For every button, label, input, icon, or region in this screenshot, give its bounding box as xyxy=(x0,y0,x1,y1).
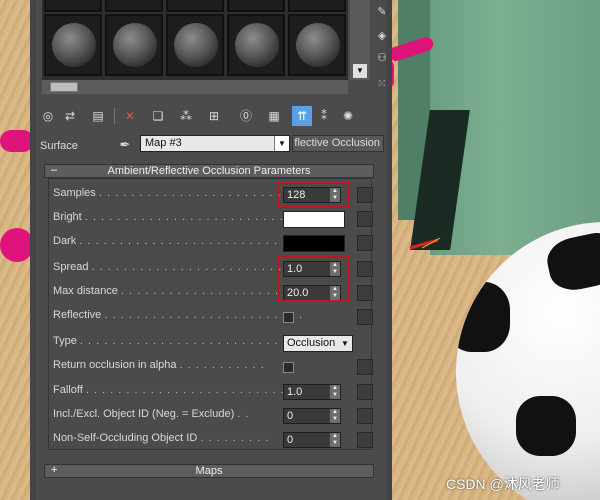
non-self-map-button[interactable] xyxy=(357,432,373,448)
spinner-arrows-icon[interactable]: ▲ ▼ xyxy=(330,409,340,423)
chevron-down-icon[interactable]: ▼ xyxy=(274,136,289,151)
maps-rollout-header[interactable]: Maps + xyxy=(44,464,374,478)
watermark: CSDN @沐风老师 xyxy=(446,476,560,492)
sample-slot[interactable] xyxy=(166,0,224,12)
side-toolbar: ✎ ◈ ⚇ ⁙ xyxy=(372,0,392,96)
samples-highlight xyxy=(277,182,349,208)
sample-slot[interactable] xyxy=(227,14,285,76)
make-copy-icon[interactable]: ❏ xyxy=(148,106,168,126)
sample-slot[interactable] xyxy=(227,0,285,12)
ao-params-rollout-header[interactable]: Ambient/Reflective Occlusion Parameters … xyxy=(44,164,374,178)
sample-slots xyxy=(42,0,348,80)
return-alpha-label: Return occlusion in alpha . . . . . . . … xyxy=(53,359,265,371)
return-alpha-map-button[interactable] xyxy=(357,359,373,375)
dark-map-button[interactable] xyxy=(357,235,373,251)
put-to-library-icon[interactable]: ⊞ xyxy=(204,106,224,126)
maps-rollout-title: Maps xyxy=(195,465,223,477)
sample-slots-hscroll[interactable] xyxy=(42,80,348,94)
map-name-text: Map #3 xyxy=(145,137,182,149)
sample-type-icon[interactable]: ✎ xyxy=(374,4,390,20)
spinner-arrows-icon[interactable]: ▲ ▼ xyxy=(330,385,340,399)
sample-slot[interactable] xyxy=(105,14,163,76)
show-map-icon[interactable]: ▦ xyxy=(264,106,284,126)
reflective-checkbox[interactable] xyxy=(283,312,294,323)
falloff-label: Falloff . . . . . . . . . . . . . . . . … xyxy=(53,384,301,396)
uv-tiling-icon[interactable]: ⁙ xyxy=(374,76,390,92)
sample-slot[interactable] xyxy=(44,0,102,12)
put-to-scene-icon[interactable]: ⇄ xyxy=(60,106,80,126)
get-material-icon[interactable]: ◎ xyxy=(38,106,58,126)
samples-map-button[interactable] xyxy=(357,187,373,203)
bright-color-swatch[interactable] xyxy=(283,211,345,228)
reflective-map-button[interactable] xyxy=(357,309,373,325)
incl-excl-label: Incl./Excl. Object ID (Neg. = Exclude) .… xyxy=(53,408,250,420)
reset-map-icon[interactable]: ✕ xyxy=(120,106,140,126)
ao-params-group: Samples . . . . . . . . . . . . . . . . … xyxy=(48,178,373,450)
pink-object-left xyxy=(0,130,34,152)
background-icon[interactable]: ⚇ xyxy=(374,50,390,66)
material-toolbar: ◎ ⇄ ▤ ✕ ❏ ⁂ ⊞ ⓪ ▦ ⇈ ⁑ ✺ xyxy=(36,104,386,130)
spread-map-button[interactable] xyxy=(357,261,373,277)
show-end-result-icon[interactable]: ⇈ xyxy=(292,106,312,126)
dark-label: Dark . . . . . . . . . . . . . . . . . .… xyxy=(53,235,311,247)
type-label: Type . . . . . . . . . . . . . . . . . .… xyxy=(53,335,320,347)
make-unique-icon[interactable]: ⁂ xyxy=(176,106,196,126)
sample-slot[interactable] xyxy=(44,14,102,76)
sample-slots-vscroll[interactable]: ▼ xyxy=(350,0,370,80)
max-distance-map-button[interactable] xyxy=(357,285,373,301)
sample-slot[interactable] xyxy=(288,14,346,76)
spinner-arrows-icon[interactable]: ▲ ▼ xyxy=(330,433,340,447)
soccer-ball xyxy=(456,222,600,500)
map-name-field[interactable]: Map #3 ▼ xyxy=(140,135,290,152)
chevron-down-icon[interactable]: ▼ xyxy=(339,336,351,351)
scroll-down-icon[interactable]: ▼ xyxy=(353,64,367,78)
type-dropdown[interactable]: Occlusion ▼ xyxy=(283,335,353,352)
material-editor-panel: ▼ ✎ ◈ ⚇ ⁙ ◎ ⇄ ▤ ✕ ❏ ⁂ ⊞ ⓪ ▦ ⇈ ⁑ ✺ Surfac… xyxy=(30,0,392,500)
return-alpha-checkbox[interactable] xyxy=(283,362,294,373)
sample-slot[interactable] xyxy=(105,0,163,12)
max-distance-label: Max distance . . . . . . . . . . . . . .… xyxy=(53,285,296,297)
hscroll-thumb[interactable] xyxy=(50,82,78,92)
pink-object-left-low xyxy=(0,228,34,262)
incl-excl-map-button[interactable] xyxy=(357,408,373,424)
surface-label: Surface xyxy=(40,140,78,152)
backlight-icon[interactable]: ◈ xyxy=(374,28,390,44)
transform-gizmo-icon[interactable] xyxy=(408,236,444,250)
go-forward-icon[interactable]: ✺ xyxy=(338,106,358,126)
falloff-spinner[interactable]: 1.0 ▲ ▼ xyxy=(283,384,341,400)
expand-icon[interactable]: + xyxy=(51,464,57,476)
non-self-label: Non-Self-Occluding Object ID . . . . . .… xyxy=(53,432,270,444)
material-editor-content: ▼ ✎ ◈ ⚇ ⁙ ◎ ⇄ ▤ ✕ ❏ ⁂ ⊞ ⓪ ▦ ⇈ ⁑ ✺ Surfac… xyxy=(36,0,387,500)
sample-slot[interactable] xyxy=(166,14,224,76)
falloff-map-button[interactable] xyxy=(357,384,373,400)
non-self-spinner[interactable]: 0 ▲ ▼ xyxy=(283,432,341,448)
samples-label: Samples . . . . . . . . . . . . . . . . … xyxy=(53,187,306,199)
sample-slot[interactable] xyxy=(288,0,346,12)
material-id-icon[interactable]: ⓪ xyxy=(236,106,256,126)
dark-color-swatch[interactable] xyxy=(283,235,345,252)
assign-material-icon[interactable]: ▤ xyxy=(88,106,108,126)
reflective-label: Reflective . . . . . . . . . . . . . . .… xyxy=(53,309,304,321)
go-to-parent-icon[interactable]: ⁑ xyxy=(314,106,334,126)
map-type-button[interactable]: flective Occlusion xyxy=(292,135,384,152)
rollout-title: Ambient/Reflective Occlusion Parameters xyxy=(107,165,311,177)
bright-label: Bright . . . . . . . . . . . . . . . . .… xyxy=(53,211,308,223)
incl-excl-spinner[interactable]: 0 ▲ ▼ xyxy=(283,408,341,424)
eyedropper-icon[interactable]: ✒ xyxy=(116,136,134,154)
spread-label: Spread . . . . . . . . . . . . . . . . .… xyxy=(53,261,307,273)
spread-distance-highlight xyxy=(277,256,349,302)
collapse-icon[interactable]: – xyxy=(51,164,57,176)
bright-map-button[interactable] xyxy=(357,211,373,227)
